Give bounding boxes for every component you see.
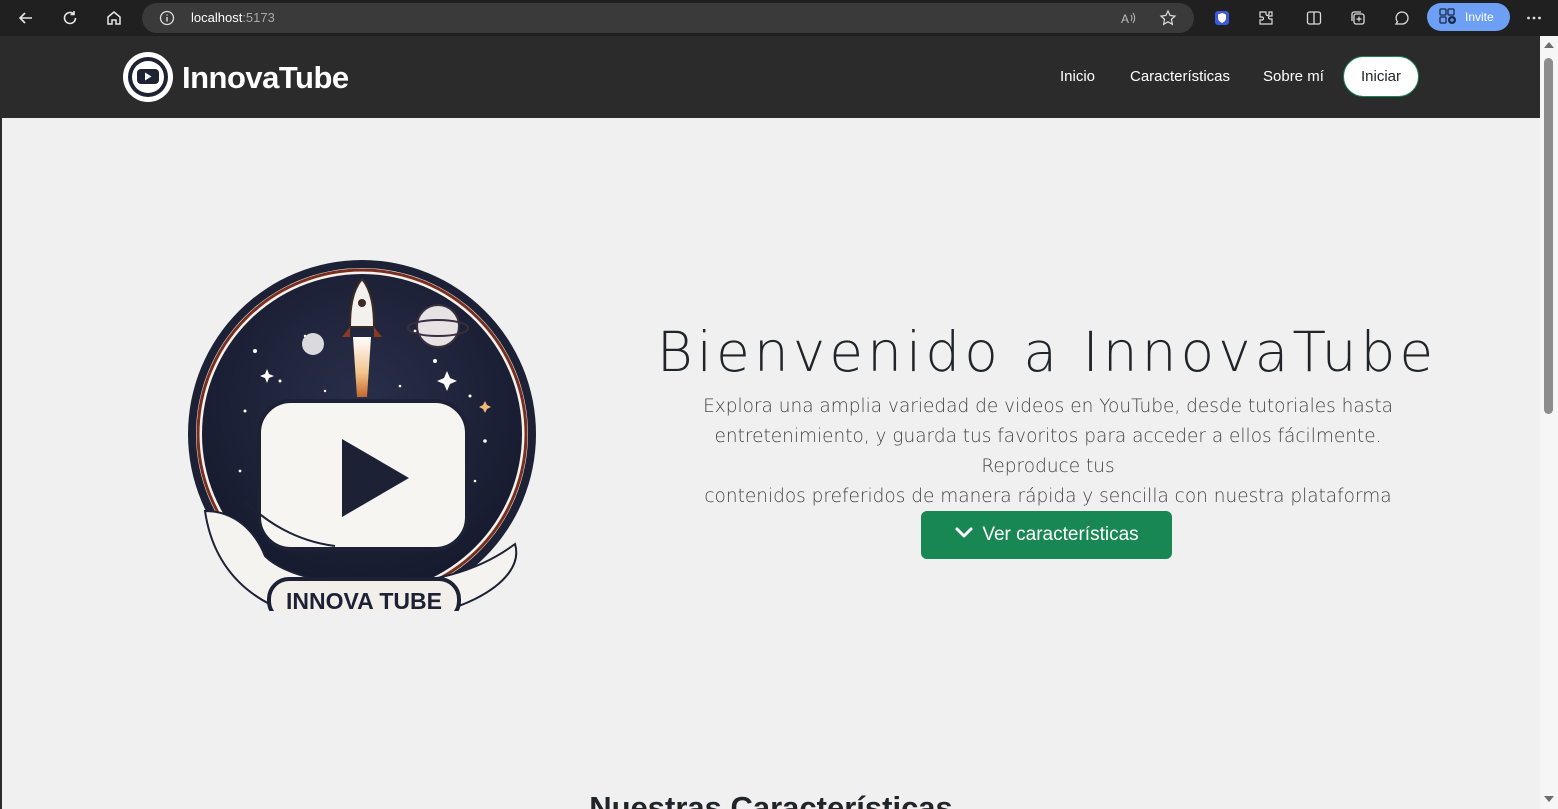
- extension-shield-icon[interactable]: [1209, 5, 1235, 31]
- collections-icon[interactable]: [1345, 5, 1371, 31]
- hero-logo: INNOVA TUBE: [185, 241, 539, 623]
- scroll-down-arrow-icon[interactable]: [1544, 796, 1554, 802]
- invite-button[interactable]: Invite: [1427, 3, 1510, 31]
- hero-description-line: entretenimiento, y guarda tus favoritos …: [714, 426, 1382, 477]
- page-scrollbar[interactable]: [1540, 36, 1558, 809]
- ver-caracteristicas-label: Ver características: [982, 524, 1139, 545]
- hero-description-line: Explora una amplia variedad de videos en…: [703, 396, 1393, 417]
- brand-name[interactable]: InnovaTube: [182, 60, 349, 96]
- read-aloud-icon[interactable]: A: [1120, 9, 1138, 32]
- svg-text:A: A: [1121, 12, 1129, 26]
- url-text: localhost:5173: [191, 10, 275, 25]
- hero-title: Bienvenido a InnovaTube: [656, 320, 1438, 384]
- invite-people-icon: [1439, 7, 1457, 28]
- brand-logo[interactable]: [123, 52, 173, 102]
- address-bar[interactable]: localhost:5173 A: [142, 3, 1194, 33]
- chevron-down-icon: [954, 524, 974, 546]
- page-viewport: InnovaTube Inicio Características Sobre …: [0, 36, 1540, 809]
- nav-link-sobre-mi[interactable]: Sobre mí: [1263, 68, 1324, 85]
- split-screen-icon[interactable]: [1301, 5, 1327, 31]
- iniciar-button[interactable]: Iniciar: [1343, 56, 1419, 97]
- hero-logo-text: INNOVA TUBE: [286, 588, 442, 611]
- reload-icon[interactable]: [56, 4, 84, 32]
- features-title: Nuestras Características: [589, 790, 953, 809]
- more-menu-icon[interactable]: [1521, 5, 1547, 31]
- nav-link-caracteristicas[interactable]: Características: [1130, 68, 1230, 85]
- site-info-icon[interactable]: [159, 10, 175, 31]
- extensions-icon[interactable]: [1253, 5, 1279, 31]
- site-navbar: InnovaTube Inicio Características Sobre …: [2, 36, 1540, 118]
- scroll-thumb[interactable]: [1544, 58, 1553, 414]
- back-icon[interactable]: [12, 4, 40, 32]
- ver-caracteristicas-button[interactable]: Ver características: [921, 511, 1172, 559]
- favorite-star-icon[interactable]: [1159, 9, 1177, 32]
- nav-link-inicio[interactable]: Inicio: [1060, 68, 1095, 85]
- copilot-chat-icon[interactable]: [1389, 5, 1415, 31]
- home-icon[interactable]: [100, 4, 128, 32]
- invite-label: Invite: [1465, 10, 1494, 24]
- browser-toolbar: localhost:5173 A Invite: [0, 0, 1558, 36]
- scroll-up-arrow-icon[interactable]: [1544, 42, 1554, 48]
